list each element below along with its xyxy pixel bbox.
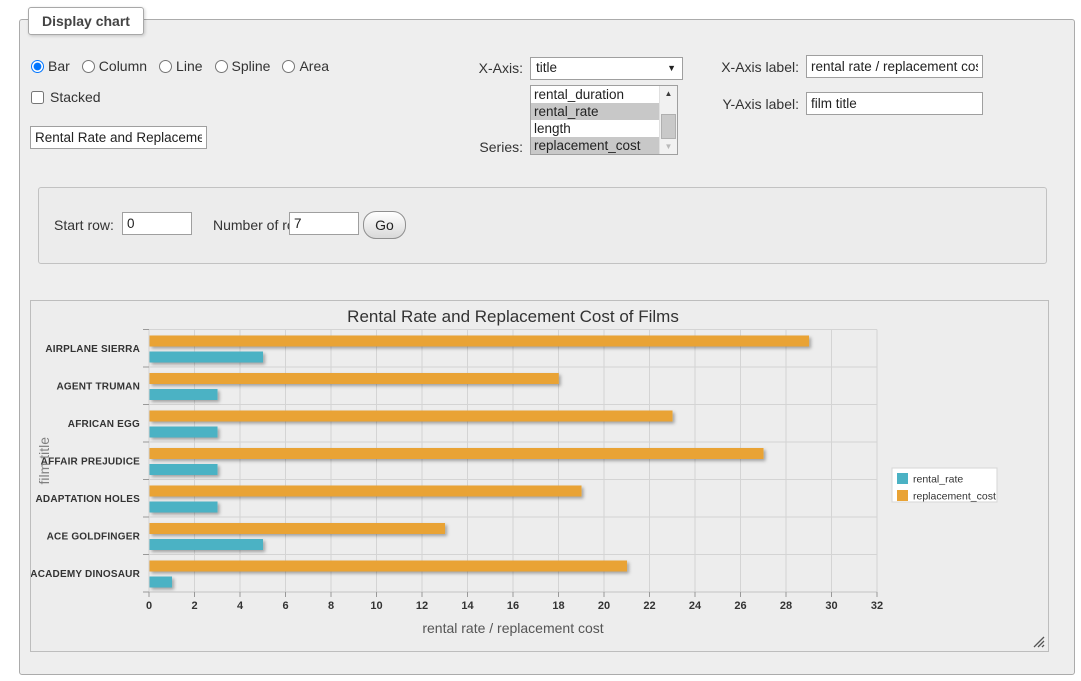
bar-replacement_cost[interactable] [150, 523, 446, 534]
x-tick-label: 30 [825, 600, 837, 612]
category-label: AIRPLANE SIERRA [45, 344, 140, 355]
x-tick-label: 10 [370, 600, 382, 612]
bar-rental_rate[interactable] [150, 352, 264, 363]
chart-title: Rental Rate and Replacement Cost of Film… [347, 307, 679, 326]
chart-type-radio-label: Area [299, 58, 329, 74]
bar-rental_rate[interactable] [150, 464, 218, 475]
bar-replacement_cost[interactable] [150, 373, 559, 384]
x-tick-label: 24 [689, 600, 702, 612]
series-options: rental_durationrental_ratelengthreplacem… [531, 86, 659, 154]
chart-container: AIRPLANE SIERRA AGENT TRUMAN AFRICAN EGG AF… [30, 300, 1049, 652]
category-label: ACADEMY DINOSAUR [31, 569, 141, 580]
x-tick-label: 28 [780, 600, 792, 612]
chart-type-radio-spline[interactable] [215, 60, 228, 73]
x-tick-label: 16 [507, 600, 519, 612]
chart-title-input[interactable] [30, 126, 207, 149]
category-label: ACE GOLDFINGER [47, 531, 141, 542]
resize-grip-icon[interactable] [1033, 636, 1045, 648]
category-label: AFRICAN EGG [68, 419, 140, 430]
chart-type-radio-line[interactable] [159, 60, 172, 73]
bar-rental_rate[interactable] [150, 539, 264, 550]
scroll-down-icon[interactable]: ▼ [660, 139, 677, 154]
category-label: ADAPTATION HOLES [36, 494, 141, 505]
chart-type-radio-column[interactable] [82, 60, 95, 73]
chart-type-radio-area[interactable] [282, 60, 295, 73]
bar-rental_rate[interactable] [150, 427, 218, 438]
x-tick-label: 20 [598, 600, 610, 612]
chart-type-radio-group: Bar Column Line Spline Area [31, 58, 337, 74]
x-tick-label: 18 [552, 600, 564, 612]
bar-replacement_cost[interactable] [150, 336, 810, 347]
legend-label: rental_rate [913, 474, 963, 486]
bar-replacement_cost[interactable] [150, 561, 628, 572]
category-label: AFFAIR PREJUDICE [41, 456, 140, 467]
chart-type-radio-label: Bar [48, 58, 70, 74]
chart-type-option-line[interactable]: Line [159, 58, 202, 74]
series-option-rental_rate[interactable]: rental_rate [531, 103, 659, 120]
chart-type-radio-label: Column [99, 58, 147, 74]
x-axis-label-input[interactable] [806, 55, 983, 78]
series-option-replacement_cost[interactable]: replacement_cost [531, 137, 659, 154]
panel-title: Display chart [28, 7, 144, 35]
bar-replacement_cost[interactable] [150, 486, 582, 497]
series-option-length[interactable]: length [531, 120, 659, 137]
bar-rental_rate[interactable] [150, 389, 218, 400]
bar-rental_rate[interactable] [150, 502, 218, 513]
stacked-checkbox[interactable] [31, 91, 44, 104]
bar-replacement_cost[interactable] [150, 411, 673, 422]
x-axis-title: rental rate / replacement cost [422, 620, 603, 636]
series-option-rental_duration[interactable]: rental_duration [531, 86, 659, 103]
x-tick-label: 32 [871, 600, 883, 612]
x-tick-label: 26 [734, 600, 746, 612]
scrollbar-thumb[interactable] [661, 114, 676, 139]
stacked-label: Stacked [50, 89, 101, 105]
chart-type-option-area[interactable]: Area [282, 58, 329, 74]
chart-type-radio-bar[interactable] [31, 60, 44, 73]
chart-type-option-spline[interactable]: Spline [215, 58, 271, 74]
x-tick-label: 4 [237, 600, 244, 612]
x-tick-label: 0 [146, 600, 152, 612]
bar-rental_rate[interactable] [150, 577, 173, 588]
chart-type-option-bar[interactable]: Bar [31, 58, 70, 74]
x-axis-select-value: title [536, 60, 557, 75]
chart-type-radio-label: Line [176, 58, 202, 74]
legend-swatch [897, 473, 908, 484]
go-button[interactable]: Go [363, 211, 406, 239]
series-label: Series: [400, 139, 523, 155]
legend-label: replacement_cost [913, 491, 996, 503]
chart: AIRPLANE SIERRA AGENT TRUMAN AFRICAN EGG AF… [31, 301, 1048, 656]
x-tick-label: 8 [328, 600, 334, 612]
y-axis-label-field-label: Y-Axis label: [650, 96, 799, 112]
x-axis-label-field-label: X-Axis label: [650, 59, 799, 75]
category-label: AGENT TRUMAN [56, 381, 140, 392]
x-tick-label: 12 [416, 600, 428, 612]
legend-swatch [897, 490, 908, 501]
x-tick-label: 2 [191, 600, 197, 612]
y-axis-label-input[interactable] [806, 92, 983, 115]
y-axis-title: film title [36, 437, 52, 485]
start-row-label: Start row: [54, 217, 114, 233]
stacked-checkbox-row[interactable]: Stacked [31, 89, 101, 105]
legend-item-rental_rate[interactable]: rental_rate [897, 473, 963, 486]
x-tick-label: 14 [461, 600, 474, 612]
chart-type-option-column[interactable]: Column [82, 58, 147, 74]
start-row-input[interactable] [122, 212, 192, 235]
chart-type-radio-label: Spline [232, 58, 271, 74]
num-rows-input[interactable] [289, 212, 359, 235]
x-tick-label: 22 [643, 600, 655, 612]
bar-replacement_cost[interactable] [150, 448, 764, 459]
x-tick-label: 6 [282, 600, 288, 612]
x-axis-label: X-Axis: [400, 60, 523, 76]
